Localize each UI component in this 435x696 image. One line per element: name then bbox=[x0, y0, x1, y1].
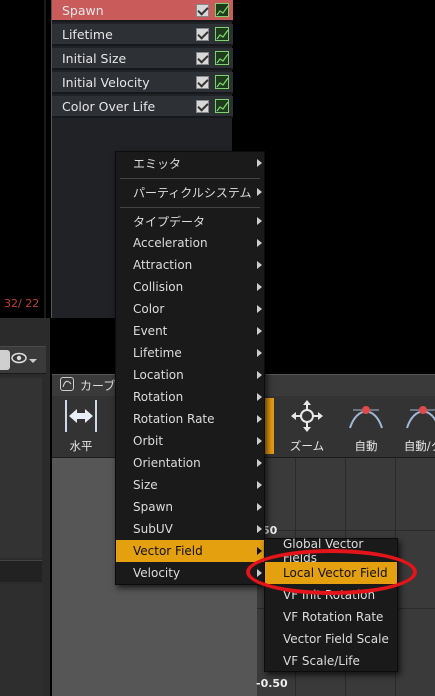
axis-value-label: -0.50 bbox=[256, 677, 288, 690]
menu-item-collision[interactable]: Collision bbox=[116, 276, 264, 298]
menu-item-event[interactable]: Event bbox=[116, 320, 264, 342]
menu-item-spawn[interactable]: Spawn bbox=[116, 496, 264, 518]
enabled-checkbox[interactable] bbox=[196, 3, 209, 17]
chevron-right-icon bbox=[257, 459, 262, 467]
menu-item-size[interactable]: Size bbox=[116, 474, 264, 496]
emitter-module-list: Spawn Lifetime Initial Size Initial Velo… bbox=[51, 0, 233, 152]
module-label: Spawn bbox=[62, 2, 104, 18]
curve-toggle-icon[interactable] bbox=[215, 3, 229, 17]
curve-toggle-icon[interactable] bbox=[215, 51, 229, 65]
chevron-right-icon bbox=[257, 159, 262, 167]
toolbar-label: 自動 bbox=[354, 439, 378, 453]
chevron-right-icon bbox=[257, 305, 262, 313]
menu-item-lifetime[interactable]: Lifetime bbox=[116, 342, 264, 364]
auto-tangent-icon bbox=[347, 398, 385, 434]
chevron-right-icon bbox=[257, 437, 262, 445]
enabled-checkbox[interactable] bbox=[196, 51, 209, 65]
chevron-right-icon bbox=[257, 261, 262, 269]
curve-tab-icon bbox=[60, 377, 74, 391]
chevron-right-icon bbox=[257, 349, 262, 357]
curve-toggle-icon[interactable] bbox=[215, 99, 229, 113]
menu-item-emitter[interactable]: エミッタ bbox=[116, 152, 264, 174]
menu-item-acceleration[interactable]: Acceleration bbox=[116, 232, 264, 254]
chevron-right-icon bbox=[257, 481, 262, 489]
chevron-right-icon bbox=[257, 393, 262, 401]
auto-clamped-button[interactable]: 自動/ク bbox=[400, 398, 435, 456]
menu-item-rotation-rate[interactable]: Rotation Rate bbox=[116, 408, 264, 430]
frame-counter: 32/ 22 bbox=[4, 297, 40, 310]
left-lower-area bbox=[0, 584, 42, 696]
fit-horizontal-button[interactable]: 水平 bbox=[58, 398, 104, 456]
module-label: Lifetime bbox=[62, 26, 113, 42]
menu-item-orbit[interactable]: Orbit bbox=[116, 430, 264, 452]
module-row-lifetime[interactable]: Lifetime bbox=[52, 24, 233, 46]
menu-item-location[interactable]: Location bbox=[116, 364, 264, 386]
curve-toggle-icon[interactable] bbox=[215, 75, 229, 89]
module-row-spawn[interactable]: Spawn bbox=[52, 0, 233, 22]
eye-icon bbox=[11, 352, 27, 368]
module-row-color-over-life[interactable]: Color Over Life bbox=[52, 96, 233, 118]
chevron-right-icon bbox=[257, 327, 262, 335]
curve-toggle-icon[interactable] bbox=[215, 27, 229, 41]
chevron-right-icon bbox=[257, 525, 262, 533]
enabled-checkbox[interactable] bbox=[196, 75, 209, 89]
menu-item-vector-field[interactable]: Vector Field bbox=[116, 540, 264, 562]
chevron-right-icon bbox=[257, 547, 262, 555]
chevron-right-icon bbox=[257, 503, 262, 511]
chevron-right-icon bbox=[257, 283, 262, 291]
menu-item-subuv[interactable]: SubUV bbox=[116, 518, 264, 540]
submenu-item-vf-rotation-rate[interactable]: VF Rotation Rate bbox=[265, 606, 397, 628]
annotation-highlight-ellipse bbox=[246, 549, 417, 595]
menu-item-velocity[interactable]: Velocity bbox=[116, 562, 264, 584]
particle-viewport[interactable] bbox=[0, 0, 46, 318]
chevron-down-icon bbox=[29, 353, 37, 368]
chevron-right-icon bbox=[257, 371, 262, 379]
submenu-item-vector-field-scale[interactable]: Vector Field Scale bbox=[265, 628, 397, 650]
visibility-dropdown[interactable] bbox=[11, 351, 41, 369]
menu-item-particle-system[interactable]: パーティクルシステム bbox=[116, 181, 264, 203]
toolbar-label: 自動/ク bbox=[403, 439, 435, 453]
chevron-right-icon bbox=[257, 217, 262, 225]
menu-separator bbox=[120, 207, 260, 208]
fit-horizontal-icon bbox=[62, 398, 100, 434]
curve-editor-tab-label[interactable]: カーブ bbox=[80, 377, 115, 394]
menu-item-orientation[interactable]: Orientation bbox=[116, 452, 264, 474]
submenu-item-vf-scale-life[interactable]: VF Scale/Life bbox=[265, 650, 397, 672]
zoom-icon bbox=[288, 398, 326, 434]
toolbar-label: 水平 bbox=[69, 439, 93, 453]
left-graph-area bbox=[0, 378, 42, 558]
grid-line bbox=[257, 530, 435, 531]
left-search-field[interactable] bbox=[0, 350, 10, 370]
chevron-right-icon bbox=[257, 415, 262, 423]
toolbar-label: ズーム bbox=[289, 439, 325, 453]
auto-tangent-button[interactable]: 自動 bbox=[343, 398, 389, 456]
auto-clamped-icon bbox=[404, 398, 435, 434]
enabled-checkbox[interactable] bbox=[196, 27, 209, 41]
add-module-context-menu: エミッタ パーティクルシステム タイプデータ Acceleration Attr… bbox=[115, 151, 265, 585]
module-label: Initial Size bbox=[62, 50, 127, 66]
module-row-initial-velocity[interactable]: Initial Velocity bbox=[52, 72, 233, 94]
module-label: Initial Velocity bbox=[62, 74, 150, 90]
menu-item-attraction[interactable]: Attraction bbox=[116, 254, 264, 276]
menu-separator bbox=[120, 178, 260, 179]
chevron-right-icon bbox=[257, 239, 262, 247]
enabled-checkbox[interactable] bbox=[196, 99, 209, 113]
menu-item-color[interactable]: Color bbox=[116, 298, 264, 320]
zoom-button[interactable]: ズーム bbox=[284, 398, 330, 456]
module-label: Color Over Life bbox=[62, 98, 156, 114]
menu-item-rotation[interactable]: Rotation bbox=[116, 386, 264, 408]
menu-item-type-data[interactable]: タイプデータ bbox=[116, 210, 264, 232]
chevron-right-icon bbox=[257, 188, 262, 196]
module-row-initial-size[interactable]: Initial Size bbox=[52, 48, 233, 70]
left-strip bbox=[0, 560, 42, 582]
